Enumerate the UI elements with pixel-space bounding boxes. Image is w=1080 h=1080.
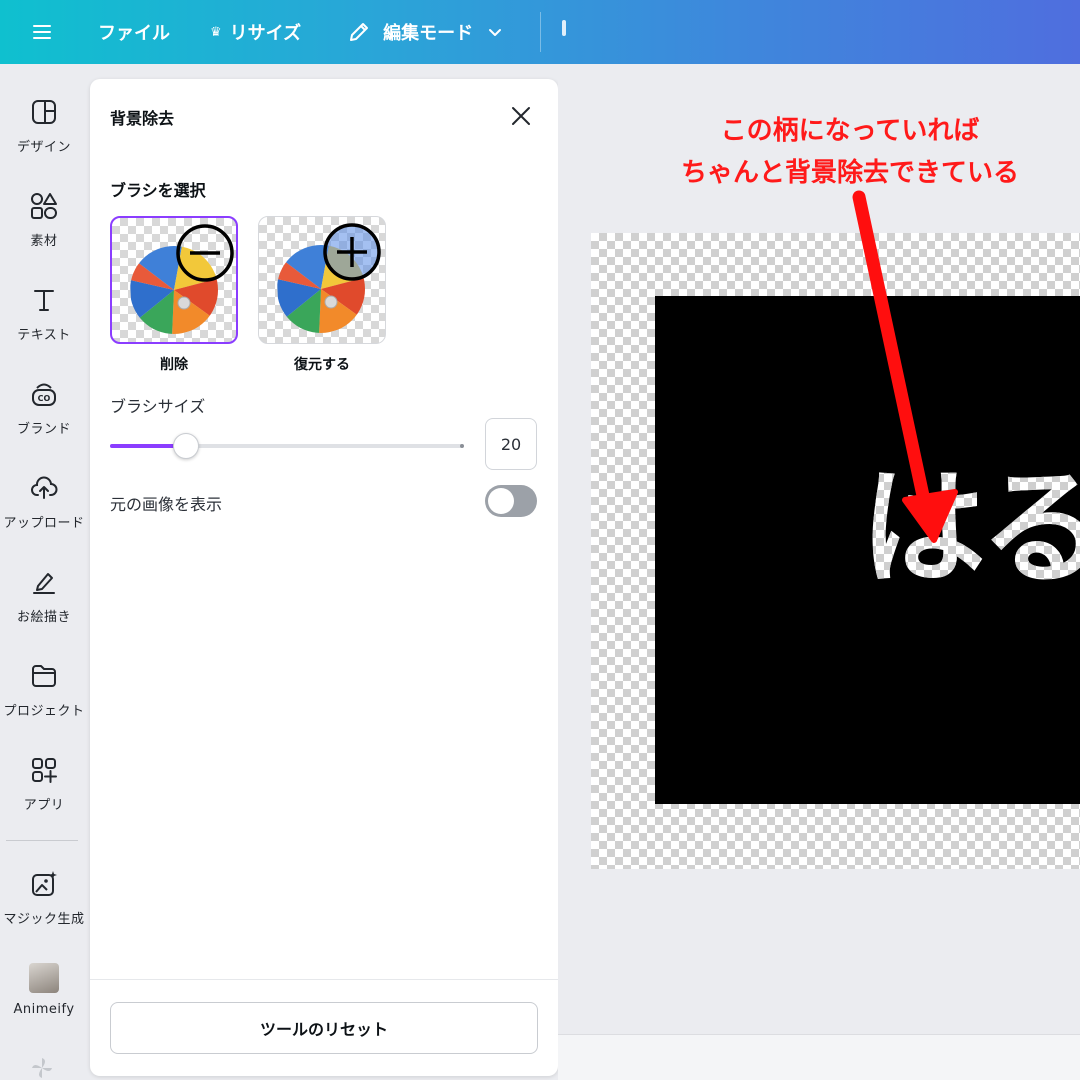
sidebar-item-brand[interactable]: CO ブランド — [0, 378, 88, 437]
undo-icon-partial[interactable] — [562, 20, 566, 36]
sidebar-item-uploads[interactable]: アップロード — [0, 472, 88, 531]
brush-select-heading: ブラシを選択 — [110, 181, 206, 200]
brush-size-input[interactable]: 20 — [485, 418, 537, 470]
erase-brush-option[interactable]: 削除 — [110, 216, 238, 374]
sidebar-divider — [6, 840, 78, 841]
sidebar-item-label: アプリ — [23, 798, 65, 813]
animeify-avatar — [28, 962, 60, 994]
sidebar-item-label: デザイン — [16, 140, 71, 155]
toggle-knob — [488, 488, 514, 514]
close-button[interactable] — [508, 103, 534, 129]
sidebar-item-elements[interactable]: 素材 — [0, 190, 88, 249]
reset-tool-button[interactable]: ツールのリセット — [110, 1002, 538, 1054]
brush-size-label: ブラシサイズ — [110, 397, 206, 416]
show-original-toggle[interactable] — [485, 485, 537, 517]
resize-button[interactable]: ♛ リサイズ — [210, 0, 301, 64]
edit-mode-label: 編集モード — [383, 23, 474, 44]
sidebar-item-draw[interactable]: お絵描き — [0, 566, 88, 625]
slider-handle[interactable] — [173, 433, 199, 459]
apps-icon — [28, 754, 60, 786]
show-original-label: 元の画像を表示 — [110, 495, 223, 514]
svg-text:CO: CO — [38, 394, 51, 403]
restore-brush-label: 復元する — [294, 357, 350, 373]
background-remover-panel: 背景除去 ブラシを選択 削除 復元する ブラシサイズ 20 元の画像を表示 ツー… — [90, 79, 558, 1076]
crown-icon: ♛ — [210, 24, 222, 40]
layout-icon — [28, 96, 60, 128]
canvas-bottom-bar — [558, 1034, 1080, 1080]
brand-icon: CO — [28, 378, 60, 410]
cloud-upload-icon — [28, 472, 60, 504]
sidebar-item-animeify[interactable]: Animeify — [0, 962, 88, 1017]
top-bar: ファイル ♛ リサイズ 編集モード — [0, 0, 1080, 64]
sidebar-item-label: 素材 — [30, 234, 58, 249]
edit-mode-dropdown[interactable]: 編集モード — [347, 0, 503, 64]
beach-ball-image — [130, 224, 234, 334]
brush-size-value: 20 — [500, 434, 522, 454]
hamburger-menu-button[interactable] — [0, 0, 84, 64]
reset-tool-label: ツールのリセット — [259, 1020, 388, 1039]
hamburger-icon — [33, 25, 51, 39]
close-icon — [512, 107, 530, 125]
panel-footer-divider — [90, 979, 558, 980]
sidebar-item-label: お絵描き — [16, 610, 71, 625]
erase-brush-thumbnail — [110, 216, 238, 344]
annotation-line-2: ちゃんと背景除去できている — [680, 158, 1019, 188]
annotation-line-1: この柄になっていれば — [720, 116, 980, 146]
chevron-down-icon — [489, 29, 502, 36]
slider-end-dot — [460, 444, 464, 448]
magic-image-icon — [28, 868, 60, 900]
beach-ball-image — [277, 223, 381, 333]
design-image-black-rectangle[interactable]: はるラ — [655, 296, 1080, 804]
restore-brush-option[interactable]: 復元する — [258, 216, 386, 374]
sidebar-item-label: ブランド — [16, 422, 71, 437]
text-icon — [28, 284, 60, 316]
red-annotation-text: この柄になっていれば ちゃんと背景除去できている — [640, 110, 1060, 194]
draw-icon — [28, 566, 60, 598]
sidebar-item-label: アップロード — [3, 516, 85, 531]
restore-brush-thumbnail — [258, 216, 386, 344]
sidebar-item-label: テキスト — [17, 328, 71, 343]
erase-brush-label: 削除 — [160, 357, 188, 373]
brush-size-slider[interactable] — [110, 431, 466, 461]
sidebar-item-label: Animeify — [13, 1002, 75, 1017]
pencil-icon — [350, 23, 369, 41]
panel-title: 背景除去 — [110, 109, 175, 128]
sidebar-item-projects[interactable]: プロジェクト — [0, 660, 88, 719]
sidebar-item-apps[interactable]: アプリ — [0, 754, 88, 813]
sidebar-item-design[interactable]: デザイン — [0, 96, 88, 155]
shapes-icon — [28, 190, 60, 222]
left-sidebar: デザイン 素材 テキスト CO ブランド アップロード お絵描き プロジェクト — [0, 64, 88, 1080]
file-menu-label: ファイル — [98, 23, 170, 44]
sidebar-item-label: マジック生成 — [3, 912, 85, 927]
file-menu-button[interactable]: ファイル — [98, 0, 170, 64]
canvas-text-element: はるラ — [860, 466, 1080, 592]
pinwheel-icon[interactable] — [30, 1056, 54, 1080]
topbar-divider — [540, 12, 541, 52]
sidebar-item-magic-generate[interactable]: マジック生成 — [0, 868, 88, 927]
folder-icon — [28, 660, 60, 692]
sidebar-item-text[interactable]: テキスト — [0, 284, 88, 343]
sidebar-item-label: プロジェクト — [3, 704, 85, 719]
resize-label: リサイズ — [229, 23, 302, 44]
